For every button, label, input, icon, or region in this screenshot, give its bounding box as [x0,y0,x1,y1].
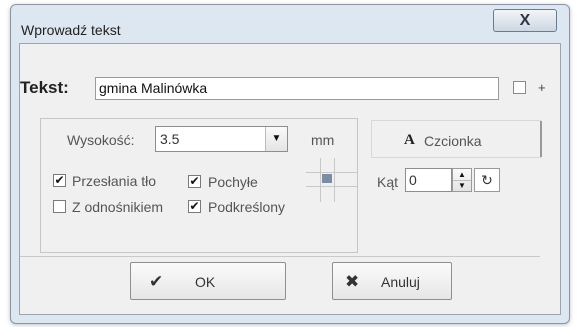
text-label: Tekst: [20,78,69,97]
przeslania-tlo-label: Przesłania tło [72,173,157,189]
ok-button[interactable]: ✔ OK [130,262,286,300]
angle-spinner[interactable]: ▲ ▼ [452,168,472,192]
height-combobox[interactable]: 3.5 ▼ [155,126,288,152]
spin-down-icon[interactable]: ▼ [453,180,471,191]
anchor-grid[interactable] [306,158,358,202]
font-button[interactable]: A Czcionka [371,120,541,158]
pochyle-label: Pochyłe [208,174,258,190]
pochyle-checkbox[interactable]: ✔ [188,175,201,188]
cancel-button[interactable]: ✖ Anuluj [332,262,452,300]
plus-checkbox[interactable] [513,81,526,94]
divider [540,121,542,157]
anchor-point-icon [322,174,332,183]
font-button-label: Czcionka [424,133,482,149]
font-icon: A [404,132,415,148]
chevron-down-icon[interactable]: ▼ [265,127,287,151]
text-input[interactable]: gmina Malinówka [95,77,499,100]
close-button[interactable]: X [493,9,557,32]
podkreslony-checkbox[interactable]: ✔ [188,200,201,213]
podkreslony-label: Podkreślony [208,199,286,215]
cancel-button-label: Anuluj [381,274,420,290]
checkmark-icon: ✔ [149,272,164,291]
przeslania-tlo-checkbox[interactable]: ✔ [53,174,66,187]
window-title: Wprowadź tekst [21,22,121,38]
x-icon: ✖ [345,272,360,291]
angle-value: 0 [409,172,417,188]
z-odnosnikiem-label: Z odnośnikiem [72,199,164,215]
plus-label: + [538,80,546,95]
angle-label: Kąt [377,174,399,190]
rotate-button[interactable]: ↻ [474,168,500,192]
separator [20,256,540,257]
close-icon: X [519,12,531,29]
height-label: Wysokość: [67,132,135,148]
angle-input[interactable]: 0 [405,168,452,192]
z-odnosnikiem-checkbox[interactable] [53,200,66,213]
rotate-icon: ↻ [481,172,493,188]
ok-button-label: OK [195,274,216,290]
title-bar[interactable]: Wprowadź tekst X [11,5,569,47]
height-unit: mm [311,132,335,148]
height-value: 3.5 [160,131,180,147]
